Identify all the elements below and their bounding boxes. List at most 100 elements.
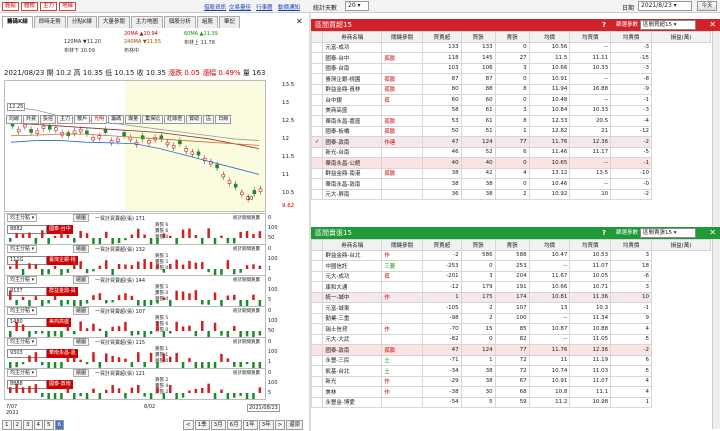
btn-traffic[interactable]: 紅綠燈 [164, 115, 186, 124]
close-icon[interactable]: ✕ [709, 227, 716, 239]
column-header[interactable]: 買張 [460, 31, 496, 43]
table-row[interactable]: 新光作 -29 38 67 10.91 11.07 4 [310, 375, 711, 387]
broker-name-cell[interactable]: 美商高盛 [322, 104, 383, 116]
table-row[interactable]: 國泰-台中 孤臉 118 145 27 11.5 11.11 -15 [310, 52, 711, 64]
table-row[interactable]: 瑞士信貸作 -70 15 85 10.87 10.88 4 [310, 323, 711, 335]
table-row[interactable]: 康和大通 -12 179 191 10.66 10.71 3 [310, 281, 711, 293]
btn-zone[interactable]: 區 [203, 115, 215, 124]
close-icon[interactable]: ✕ [709, 19, 716, 31]
broker-name-cell[interactable]: 中國信託 [322, 260, 383, 272]
broker-name-cell[interactable]: 永豐-三民 [322, 354, 383, 366]
sell-filter-select[interactable]: 區間賣張15 ▾ [640, 228, 696, 238]
location-button[interactable]: 地緣 [59, 2, 77, 11]
broker-name-cell[interactable]: 國泰-板橋 [322, 125, 383, 137]
column-header[interactable]: 均價 [528, 31, 571, 43]
btn-mainforce[interactable]: 主力 [57, 115, 74, 124]
broker-name-cell[interactable]: 群益金鼎-南港 [322, 167, 383, 179]
tab-notes[interactable]: 筆記 [218, 16, 240, 28]
scrollbar[interactable] [712, 239, 720, 429]
broker-name-cell[interactable]: 臺灣企銀-桃園 [322, 73, 383, 85]
price-alert-link[interactable]: 動價通知 [278, 3, 300, 11]
column-header[interactable]: 買張 [460, 239, 496, 251]
tab-chip-kline[interactable]: 籌碼K線 [2, 16, 33, 28]
main-force-button[interactable]: 主力 [40, 2, 58, 11]
date-input[interactable]: 2021/8/23 ▾ [638, 1, 692, 11]
table-row[interactable]: 永豐-三民土 -71 1 72 11 11.19 6 [310, 354, 711, 366]
help-icon[interactable]: ? [602, 227, 606, 239]
today-button[interactable]: 今天 [697, 1, 717, 11]
broker-name-cell[interactable]: 元富-城東 [322, 302, 383, 314]
column-header[interactable]: 買賣超 [422, 31, 462, 43]
column-header[interactable]: 損益(萬) [650, 31, 712, 43]
range-3y[interactable]: 3年 [258, 419, 274, 430]
btn-sponsor[interactable]: 贊助 [186, 115, 203, 124]
table-row[interactable]: 元富-成功 133 133 0 10.56 -- -3 [310, 41, 711, 53]
column-header[interactable]: 均價 [528, 239, 571, 251]
scrollbar[interactable] [712, 31, 720, 226]
page-4[interactable]: 4 [33, 419, 43, 430]
checkup-button[interactable]: 體檢 [21, 2, 39, 11]
restore-button[interactable]: 還原 [286, 419, 304, 430]
broker-name-cell[interactable]: 群益金鼎-台北 [322, 249, 383, 261]
broker-name-cell[interactable]: 華南永昌-公館 [322, 157, 383, 169]
table-row[interactable]: 元富-城東 -105 2 107 13 10.3 -1 [310, 302, 711, 314]
days-select[interactable]: 20 ▾ [345, 1, 369, 11]
table-row[interactable]: 華南永昌-敦南 38 38 0 10.46 -- -0 [310, 178, 711, 190]
table-row[interactable]: 華南永昌-嘉盛 孤臉 53 61 8 12.33 20.5 -4 [310, 115, 711, 127]
table-row[interactable]: 美林作 -38 30 68 10.8 11.1 4 [310, 386, 711, 398]
table-row[interactable]: 凱基-台北土 -34 38 72 10.74 11.03 5 [310, 365, 711, 377]
column-header[interactable] [310, 239, 324, 251]
broker-name-cell[interactable]: 華南永昌-嘉盛 [322, 115, 383, 127]
broker-name-cell[interactable]: 國泰-敦南 [322, 344, 383, 356]
broker-name-cell[interactable]: 新光-台南 [322, 146, 383, 158]
broker-name-cell[interactable]: 康和大通 [322, 281, 383, 293]
buy-filter-select[interactable]: 區間買超15 ▾ [640, 20, 696, 30]
close-icon[interactable]: ✕ [296, 17, 303, 26]
tab-group[interactable]: 組股 [196, 16, 218, 28]
broker-name-cell[interactable]: 國泰-敦南 [322, 136, 383, 148]
page-3[interactable]: 3 [23, 419, 33, 430]
table-row[interactable]: 永豐金-博愛 -54 5 59 11.2 10.98 1 [310, 396, 711, 408]
column-header[interactable]: 關鍵參閱 [381, 239, 424, 251]
next-button[interactable]: > [274, 419, 286, 430]
table-row[interactable]: 台中銀孤 60 60 0 10.48 -- -1 [310, 94, 711, 106]
tab-broker-kline[interactable]: 分點K線 [66, 16, 97, 28]
btn-light[interactable]: 光明 [91, 115, 108, 124]
table-row[interactable]: 元大-大武 -82 0 82 -- 11.05 5 [310, 333, 711, 345]
broker-name-cell[interactable]: 元大-成功 [322, 270, 383, 282]
broker-name-cell[interactable]: 美林 [322, 386, 383, 398]
table-row[interactable]: 元大-屏南 36 38 2 10.92 10 -2 [310, 188, 711, 200]
tab-volume[interactable]: 大量參閱 [97, 16, 130, 28]
range-6m[interactable]: 6月 [226, 419, 242, 430]
column-header[interactable]: 均賣價 [610, 31, 652, 43]
column-header[interactable]: 損益(萬) [650, 239, 712, 251]
column-header[interactable]: 券商名稱 [322, 31, 383, 43]
range-1q[interactable]: 1季 [194, 419, 210, 430]
page-2[interactable]: 2 [12, 419, 22, 430]
column-header[interactable]: 均買價 [569, 239, 612, 251]
btn-retail[interactable]: 散戶 [74, 115, 91, 124]
broker-name-cell[interactable]: 華南永昌-敦南 [322, 178, 383, 190]
broker-name-cell[interactable]: 台中銀 [322, 94, 383, 106]
column-header[interactable]: 關鍵參閱 [381, 31, 424, 43]
column-header[interactable]: 均買價 [569, 31, 612, 43]
broker-name-cell[interactable]: 凱基-台北 [322, 365, 383, 377]
broker-name-cell[interactable]: 永豐金-博愛 [322, 396, 383, 408]
broker-name-cell[interactable]: 元大-屏南 [322, 188, 383, 200]
btn-burst[interactable]: 爆量 [125, 115, 142, 124]
table-row[interactable]: 中國信託 三菱 -253 0 253 -- 11.07 18 [310, 260, 711, 272]
btn-trust[interactable]: 投信 [40, 115, 57, 124]
lending-info-link[interactable]: 借股資訊 [204, 3, 226, 11]
broker-name-cell[interactable]: 群益金鼎-員林 [322, 83, 383, 95]
tab-realtime[interactable]: 即時走勢 [33, 16, 66, 28]
tab-main-map[interactable]: 主力地圖 [130, 16, 163, 28]
broker-name-cell[interactable]: 勤業-三重 [322, 312, 383, 324]
table-row[interactable]: 勤業-三重 -98 2 100 -- 11.34 9 [310, 312, 711, 324]
table-row[interactable]: 臺灣企銀-桃園 孤臉 87 87 0 10.91 -- -8 [310, 73, 711, 85]
table-row[interactable]: 美商高盛 58 61 3 10.84 10.33 -3 [310, 104, 711, 116]
tab-analysis[interactable]: 個股分析 [163, 16, 196, 28]
column-header[interactable]: 券商名稱 [322, 239, 383, 251]
relax-button[interactable]: 輕鬆 [2, 2, 20, 11]
broker-name-cell[interactable]: 國泰-台南 [322, 62, 383, 74]
help-icon[interactable]: ? [602, 19, 606, 31]
